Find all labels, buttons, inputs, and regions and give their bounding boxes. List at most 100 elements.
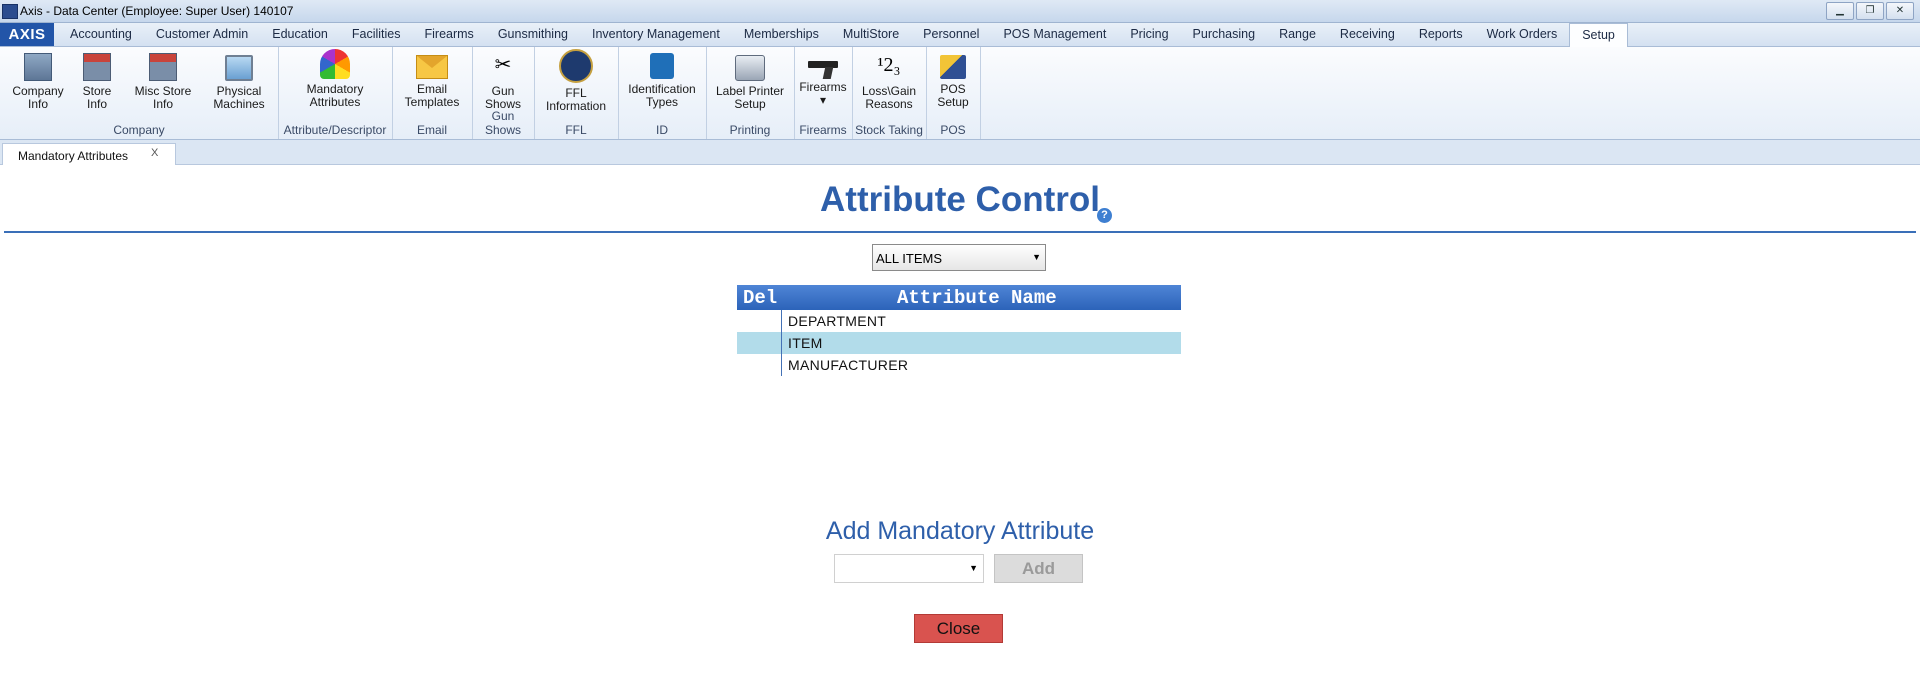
ribbon-group-label: Stock Taking <box>855 123 923 137</box>
menu-tab-inventory-management[interactable]: Inventory Management <box>580 23 732 46</box>
identification-types-button[interactable]: Identification Types <box>618 49 706 109</box>
ffl-information-button[interactable]: FFL Information <box>534 49 618 113</box>
window-title: Axis - Data Center (Employee: Super User… <box>20 4 294 18</box>
building-icon <box>24 53 52 81</box>
document-tab-mandatory-attributes[interactable]: Mandatory Attributes X <box>2 143 176 165</box>
label-printer-setup-button[interactable]: Label Printer Setup <box>706 49 794 111</box>
monitor-icon <box>225 55 253 81</box>
delete-cell[interactable] <box>737 354 782 376</box>
gun-shows-button[interactable]: ✂ Gun Shows <box>472 49 534 111</box>
menu-tab-firearms[interactable]: Firearms <box>413 23 486 46</box>
add-button[interactable]: Add <box>994 554 1083 583</box>
ribbon-button-label: Setup <box>734 97 766 111</box>
pos-icon <box>940 55 966 79</box>
pistol-icon <box>806 61 840 77</box>
table-row[interactable]: MANUFACTURER <box>737 354 1181 376</box>
add-attribute-select[interactable]: ▼ <box>834 554 984 583</box>
dropdown-arrow-icon: ▼ <box>1032 252 1041 262</box>
ribbon-group-stock-taking: ¹2₃ Loss\Gain Reasons Stock Taking <box>852 47 927 139</box>
store-icon <box>83 53 111 81</box>
menu-bar: AXIS Accounting Customer Admin Education Fa… <box>0 23 1920 47</box>
item-filter-select[interactable]: ALL ITEMS ▼ <box>872 244 1046 271</box>
ribbon-group-label: Company <box>113 123 165 137</box>
menu-tab-memberships[interactable]: Memberships <box>732 23 831 46</box>
maximize-icon[interactable]: ❐ <box>1856 2 1884 20</box>
menu-tab-education[interactable]: Education <box>260 23 340 46</box>
ribbon-group-gun-shows: ✂ Gun Shows Gun Shows <box>472 47 535 139</box>
ribbon-group-company: Company Info Store Info Misc Store Info Physic… <box>0 47 279 139</box>
pos-setup-button[interactable]: POS Setup <box>926 49 980 109</box>
menu-tab-pos-management[interactable]: POS Management <box>991 23 1118 46</box>
axis-logo: AXIS <box>0 23 54 46</box>
attribute-name-cell: DEPARTMENT <box>788 313 887 329</box>
menu-tab-multistore[interactable]: MultiStore <box>831 23 911 46</box>
menu-tab-pricing[interactable]: Pricing <box>1118 23 1180 46</box>
attribute-name-cell: MANUFACTURER <box>788 357 909 373</box>
seal-icon <box>559 49 593 83</box>
ribbon-button-label: Setup <box>937 95 969 109</box>
loss-gain-reasons-button[interactable]: ¹2₃ Loss\Gain Reasons <box>852 49 926 111</box>
minimize-icon[interactable]: ▁ <box>1826 2 1854 20</box>
store-info-button[interactable]: Store Info <box>72 49 122 111</box>
grid-header: Del Attribute Name <box>737 285 1181 310</box>
ribbon-group-label: Printing <box>729 123 771 137</box>
item-filter-value: ALL ITEMS <box>876 251 942 266</box>
ribbon-group-email: Email Templates Email <box>392 47 473 139</box>
menu-tab-accounting[interactable]: Accounting <box>58 23 144 46</box>
title-bar: Axis - Data Center (Employee: Super User… <box>0 0 1920 23</box>
menu-tab-reports[interactable]: Reports <box>1407 23 1475 46</box>
menu-tab-personnel[interactable]: Personnel <box>911 23 991 46</box>
menu-tab-purchasing[interactable]: Purchasing <box>1181 23 1268 46</box>
email-templates-button[interactable]: Email Templates <box>392 49 472 109</box>
ribbon-group-label: Email <box>416 123 447 137</box>
ribbon-group-printing: Label Printer Setup Printing <box>706 47 795 139</box>
ribbon-group-id: Identification Types ID <box>618 47 707 139</box>
help-icon[interactable]: ? <box>1097 208 1112 223</box>
ribbon-button-label: Information <box>545 99 607 113</box>
numbers-icon: ¹2₃ <box>877 54 901 76</box>
close-icon[interactable]: ✕ <box>1886 2 1914 20</box>
ribbon-group-ffl: FFL Information FFL <box>534 47 619 139</box>
ribbon-group-label: FFL <box>565 123 587 137</box>
table-row[interactable]: DEPARTMENT <box>737 310 1181 332</box>
ribbon-group-label: Firearms <box>799 123 847 137</box>
attribute-name-column-header[interactable]: Attribute Name <box>897 287 1057 309</box>
del-column-header[interactable]: Del <box>743 287 777 309</box>
menu-tab-gunsmithing[interactable]: Gunsmithing <box>486 23 580 46</box>
menu-tab-setup[interactable]: Setup <box>1569 23 1628 47</box>
ribbon: Company Info Store Info Misc Store Info Physic… <box>0 47 1920 140</box>
menu-tab-receiving[interactable]: Receiving <box>1328 23 1407 46</box>
ribbon-group-label: POS <box>940 123 966 137</box>
color-fan-icon <box>320 49 350 79</box>
attribute-name-cell: ITEM <box>788 335 823 351</box>
attribute-grid: Del Attribute Name DEPARTMENT ITEM MANUFAC… <box>737 285 1181 376</box>
firearms-button[interactable]: Firearms ▾ <box>794 49 852 107</box>
physical-machines-button[interactable]: Physical Machines <box>208 49 270 111</box>
menu-tab-customer-admin[interactable]: Customer Admin <box>144 23 260 46</box>
delete-cell[interactable] <box>737 332 782 354</box>
menu-tab-range[interactable]: Range <box>1267 23 1328 46</box>
ribbon-button-label: Machines <box>213 97 265 111</box>
crossed-guns-icon: ✂ <box>494 54 512 76</box>
document-tab-strip: Mandatory Attributes X <box>0 140 1920 165</box>
ribbon-button-label: Info <box>27 97 48 111</box>
ribbon-button-label: Templates <box>404 95 460 109</box>
close-button[interactable]: Close <box>914 614 1003 643</box>
ribbon-button-label: Info <box>152 97 173 111</box>
menu-tabs: Accounting Customer Admin Education Facilit… <box>58 23 1628 47</box>
title-divider <box>4 231 1916 233</box>
ribbon-button-label: Attributes <box>309 95 361 109</box>
page-title: Attribute Control <box>820 180 1100 219</box>
company-info-button[interactable]: Company Info <box>10 49 66 111</box>
dropdown-arrow-icon: ▼ <box>969 563 978 573</box>
menu-tab-facilities[interactable]: Facilities <box>340 23 413 46</box>
menu-tab-work-orders[interactable]: Work Orders <box>1475 23 1570 46</box>
misc-store-info-button[interactable]: Misc Store Info <box>132 49 194 111</box>
table-row[interactable]: ITEM <box>737 332 1181 354</box>
window-controls: ▁ ❐ ✕ <box>1824 2 1914 20</box>
app-icon <box>2 4 18 19</box>
delete-cell[interactable] <box>737 310 782 332</box>
mandatory-attributes-button[interactable]: Mandatory Attributes <box>278 49 392 109</box>
close-tab-icon[interactable]: X <box>151 147 158 159</box>
ribbon-button-label: ▾ <box>819 93 827 107</box>
